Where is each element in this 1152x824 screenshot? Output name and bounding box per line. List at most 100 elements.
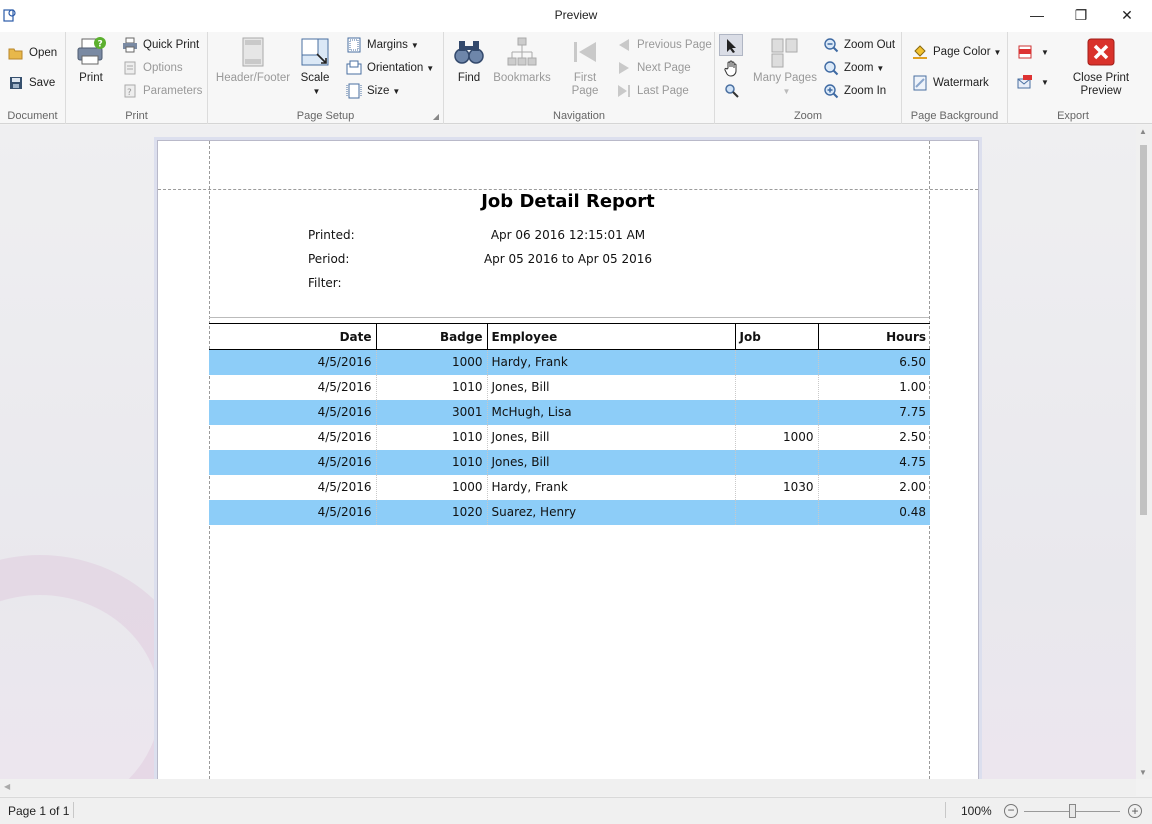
close-print-preview-button[interactable]: Close Print Preview — [1070, 36, 1132, 98]
cell-date: 4/5/2016 — [317, 380, 372, 394]
group-page-setup: Header/Footer Scale ▼ Margins ▼ Orientati… — [208, 32, 444, 124]
header-footer-icon — [242, 37, 264, 67]
close-window-button[interactable]: ✕ — [1104, 0, 1150, 30]
zoom-out-label: Zoom Out — [844, 39, 896, 51]
page-color-button[interactable]: Page Color ▼ — [912, 42, 1001, 62]
folder-open-icon — [8, 48, 23, 60]
cell-badge: 1000 — [375, 474, 487, 500]
first-page-button[interactable]: First Page — [566, 36, 604, 98]
magnifier-icon — [725, 84, 739, 98]
size-button[interactable]: Size ▼ — [346, 81, 400, 101]
quick-print-icon — [123, 37, 137, 53]
zoom-label: Zoom — [844, 62, 874, 74]
scale-button[interactable]: Scale ▼ — [298, 36, 332, 98]
vertical-scrollbar[interactable]: ▲ ▼ — [1136, 125, 1152, 779]
cell-job — [734, 374, 818, 400]
chevron-down-icon: ▼ — [1041, 47, 1049, 57]
cell-badge: 1000 — [375, 349, 487, 375]
chevron-down-icon: ▼ — [1041, 77, 1049, 87]
chevron-down-icon: ▼ — [392, 86, 401, 96]
chevron-down-icon: ▼ — [410, 40, 419, 50]
bookmarks-label: Bookmarks — [493, 72, 551, 84]
orientation-button[interactable]: Orientation ▼ — [346, 58, 434, 78]
many-pages-button[interactable]: Many Pages ▼ — [753, 36, 817, 98]
header-separator — [209, 317, 929, 318]
email-export-icon — [1017, 75, 1032, 89]
open-button[interactable]: Open — [8, 43, 57, 63]
cell-employee: Jones, Bill — [486, 449, 735, 475]
cell-badge: 1010 — [375, 449, 487, 475]
table-row: 4/5/2016 1010 Jones, Bill 1000 2.50 — [209, 424, 930, 450]
cell-hours: 0.48 — [817, 499, 930, 525]
next-page-label: Next Page — [637, 62, 691, 74]
scroll-up-icon[interactable]: ▲ — [1139, 127, 1147, 136]
next-page-icon — [619, 62, 629, 74]
last-page-label: Last Page — [637, 85, 689, 97]
cell-date: 4/5/2016 — [317, 480, 372, 494]
parameters-icon: ? — [124, 84, 136, 98]
hand-icon — [724, 60, 737, 77]
bookmarks-button[interactable]: Bookmarks — [493, 36, 551, 85]
last-page-button[interactable]: Last Page — [616, 81, 689, 101]
cell-badge: 1020 — [375, 499, 487, 525]
vertical-scroll-thumb[interactable] — [1140, 145, 1147, 515]
horizontal-scrollbar[interactable]: ◀ — [0, 779, 1136, 796]
zoom-out-slider-icon[interactable]: − — [1004, 804, 1018, 818]
email-as-button[interactable]: ▼ — [1017, 72, 1049, 92]
parameters-button[interactable]: ? Parameters — [122, 81, 202, 101]
zoom-in-label: Zoom In — [844, 85, 887, 97]
zoom-icon — [824, 61, 839, 76]
group-label-page-background: Page Background — [910, 110, 999, 122]
period-value: Apr 05 2016 to Apr 05 2016 — [483, 252, 653, 266]
pdf-export-icon — [1018, 45, 1032, 59]
chevron-down-icon: ▼ — [782, 87, 791, 96]
group-label-navigation: Navigation — [553, 110, 605, 122]
dialog-launcher-icon[interactable]: ◢ — [433, 112, 439, 121]
group-label-document: Document — [7, 110, 58, 122]
cell-job — [734, 499, 818, 525]
save-icon — [10, 77, 22, 89]
cell-hours: 2.00 — [817, 474, 930, 500]
find-button[interactable]: Find — [452, 36, 486, 85]
scroll-left-icon[interactable]: ◀ — [4, 782, 10, 791]
preview-area[interactable]: Job Detail Report Printed: Apr 06 2016 1… — [0, 125, 1136, 779]
options-label: Options — [143, 62, 183, 74]
pointer-tool-button[interactable] — [719, 34, 743, 56]
zoom-button[interactable]: Zoom ▼ — [823, 58, 884, 78]
group-export: ▼ ▼ Close Print Preview Export — [1008, 32, 1138, 124]
options-button[interactable]: Options — [122, 58, 183, 78]
cell-job — [734, 349, 818, 375]
report-title: Job Detail Report — [481, 191, 655, 212]
export-to-button[interactable]: ▼ — [1017, 42, 1049, 62]
page-color-label: Page Color — [933, 46, 991, 58]
zoom-in-slider-icon[interactable]: + — [1128, 804, 1142, 818]
restore-button[interactable]: ❐ — [1058, 0, 1104, 30]
filter-label: Filter: — [308, 276, 342, 290]
scroll-down-icon[interactable]: ▼ — [1139, 768, 1147, 777]
previous-page-button[interactable]: Previous Page — [616, 35, 712, 55]
quick-print-button[interactable]: Quick Print — [122, 35, 199, 55]
report-page: Job Detail Report Printed: Apr 06 2016 1… — [157, 140, 979, 779]
column-header-badge: Badge — [375, 323, 487, 350]
header-footer-button[interactable]: Header/Footer — [216, 36, 290, 85]
zoom-slider-thumb[interactable] — [1069, 804, 1076, 818]
cell-date: 4/5/2016 — [209, 399, 376, 425]
next-page-button[interactable]: Next Page — [616, 58, 691, 78]
watermark-button[interactable]: Watermark — [912, 73, 989, 93]
chevron-down-icon: ▼ — [426, 63, 435, 73]
open-label: Open — [29, 47, 58, 59]
margins-button[interactable]: Margins ▼ — [346, 35, 419, 55]
hand-tool-button[interactable] — [723, 59, 741, 80]
paint-bucket-icon — [913, 45, 927, 59]
save-button[interactable]: Save — [8, 73, 55, 93]
minimize-button[interactable]: — — [1014, 0, 1060, 30]
magnifier-tool-button[interactable] — [724, 83, 740, 102]
zoom-in-button[interactable]: Zoom In — [823, 81, 886, 101]
zoom-out-button[interactable]: Zoom Out — [823, 35, 895, 55]
header-footer-label: Header/Footer — [215, 72, 291, 84]
printed-value: Apr 06 2016 12:15:01 AM — [490, 228, 646, 242]
print-button[interactable]: ? Print — [74, 36, 108, 85]
zoom-slider-track[interactable] — [1024, 804, 1120, 818]
zoom-out-icon — [824, 38, 839, 53]
group-print: ? Print Quick Print Options ? Parameters… — [66, 32, 208, 124]
